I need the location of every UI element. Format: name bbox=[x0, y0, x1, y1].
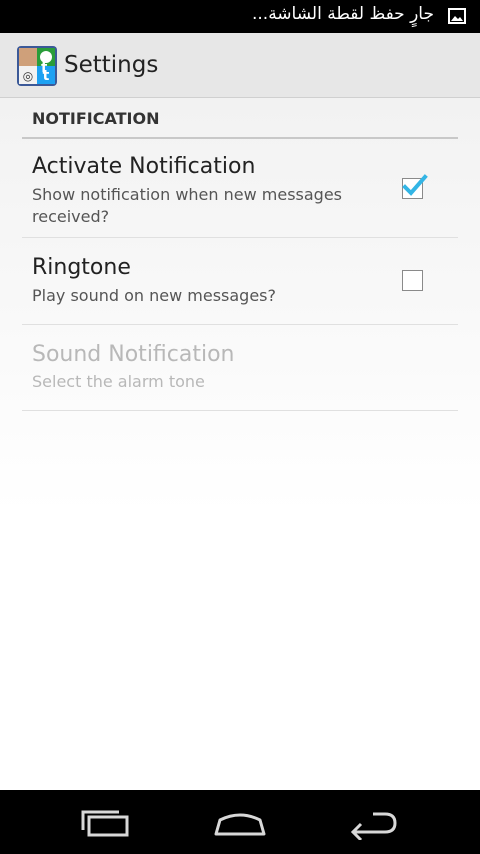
svg-text:◎: ◎ bbox=[23, 69, 33, 83]
checkmark-icon bbox=[402, 174, 428, 196]
pref-summary: Play sound on new messages? bbox=[32, 286, 277, 305]
pref-title: Ringtone bbox=[32, 255, 131, 280]
pref-title: Sound Notification bbox=[32, 342, 235, 367]
home-icon[interactable] bbox=[210, 806, 270, 840]
pref-ringtone[interactable]: Ringtone Play sound on new messages? bbox=[22, 238, 458, 325]
status-bar: جارٍ حفظ لقطة الشاشة... bbox=[0, 0, 480, 33]
action-bar: ◎ t f Settings bbox=[0, 33, 480, 98]
recent-apps-icon[interactable] bbox=[75, 806, 135, 840]
app-icon[interactable]: ◎ t f bbox=[17, 46, 57, 86]
svg-text:f: f bbox=[41, 60, 48, 76]
pref-summary: Show notification when new messages rece… bbox=[32, 185, 343, 226]
page-title: Settings bbox=[64, 52, 159, 78]
navigation-bar bbox=[0, 790, 480, 854]
settings-list: NOTIFICATION Activate Notification Show … bbox=[0, 98, 480, 790]
activate-notification-checkbox[interactable] bbox=[402, 174, 428, 199]
back-icon[interactable] bbox=[345, 806, 405, 842]
pref-title: Activate Notification bbox=[32, 154, 256, 179]
pref-sound-notification: Sound Notification Select the alarm tone bbox=[22, 325, 458, 411]
ringtone-checkbox[interactable] bbox=[402, 270, 423, 291]
category-header: NOTIFICATION bbox=[32, 109, 160, 128]
pref-summary: Select the alarm tone bbox=[32, 372, 205, 391]
category-divider bbox=[22, 137, 458, 139]
pref-activate-notification[interactable]: Activate Notification Show notification … bbox=[22, 142, 458, 238]
status-text: جارٍ حفظ لقطة الشاشة... bbox=[251, 4, 434, 24]
image-icon bbox=[448, 8, 466, 24]
